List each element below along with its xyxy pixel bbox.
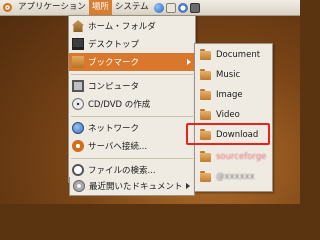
- menu-separator: [71, 158, 193, 159]
- menu-item-home-folder[interactable]: ホーム・フォルダ: [69, 17, 195, 35]
- menu-separator: [71, 74, 193, 75]
- folder-icon: [200, 48, 211, 60]
- menu-item-connect-to-server[interactable]: サーバへ接続...: [69, 137, 195, 155]
- bookmark-item-music[interactable]: Music: [195, 66, 272, 84]
- screenshot-icon[interactable]: [189, 2, 200, 13]
- menu-item-label: CD/DVD の作成: [88, 100, 151, 110]
- mail-icon[interactable]: [165, 2, 176, 13]
- submenu-arrow-icon: [186, 183, 190, 189]
- bookmark-item-video[interactable]: Video: [195, 106, 272, 124]
- menu-item-label: ホーム・フォルダ: [88, 22, 156, 32]
- server-icon: [72, 140, 84, 152]
- menu-item-label: コンピュータ: [88, 82, 140, 92]
- home-folder-icon: [72, 20, 84, 32]
- bookmark-label: Image: [216, 90, 243, 100]
- folder-icon: [200, 150, 211, 162]
- computer-icon: [72, 80, 84, 92]
- menu-places[interactable]: 場所: [88, 0, 112, 15]
- menu-applications[interactable]: アプリケーション: [15, 0, 89, 15]
- folder-icon: [200, 88, 211, 100]
- menu-item-recent-documents[interactable]: 最近開いたドキュメント: [69, 177, 195, 196]
- menu-item-desktop[interactable]: デスクトップ: [69, 35, 195, 53]
- menu-item-network[interactable]: ネットワーク: [69, 119, 195, 137]
- bookmark-item-sourceforge[interactable]: sourceforge: [195, 148, 272, 166]
- menu-item-label: サーバへ接続...: [88, 142, 148, 152]
- bookmark-label: Document: [216, 50, 261, 60]
- menu-item-label: 最近開いたドキュメント: [89, 182, 183, 192]
- menu-separator: [71, 116, 193, 117]
- menu-item-label: ネットワーク: [88, 124, 140, 134]
- desktop-icon: [72, 38, 84, 50]
- folder-icon: [200, 68, 211, 80]
- help-icon[interactable]: [177, 2, 188, 13]
- places-menu: ホーム・フォルダ デスクトップ ブックマーク コンピュータ CD/DVD の作成…: [68, 15, 196, 183]
- bookmark-item-obscured[interactable]: @xxxxxx: [195, 168, 272, 186]
- folder-icon: [200, 170, 211, 182]
- menu-item-bookmarks[interactable]: ブックマーク: [69, 53, 195, 71]
- firefox-icon[interactable]: [153, 2, 164, 13]
- menu-item-label: デスクトップ: [88, 40, 140, 50]
- menu-item-computer[interactable]: コンピュータ: [69, 77, 195, 95]
- bookmark-submenu: Document Music Image Video Download sour…: [194, 43, 273, 192]
- bookmark-label: sourceforge: [216, 152, 267, 162]
- bookmark-label: Video: [216, 110, 240, 120]
- menu-system[interactable]: システム: [112, 0, 152, 15]
- search-icon: [72, 164, 84, 176]
- submenu-arrow-icon: [187, 59, 191, 65]
- bookmark-item-image[interactable]: Image: [195, 86, 272, 104]
- recent-icon: [73, 180, 85, 192]
- menu-item-label: ファイルの検索...: [88, 166, 156, 176]
- network-icon: [72, 122, 84, 134]
- ubuntu-logo-icon[interactable]: [3, 3, 12, 12]
- bookmark-item-document[interactable]: Document: [195, 46, 272, 64]
- bookmark-folder-icon: [72, 56, 84, 68]
- menu-item-cd-dvd-creator[interactable]: CD/DVD の作成: [69, 95, 195, 113]
- folder-icon: [200, 108, 211, 120]
- bookmark-label: Music: [216, 70, 241, 80]
- menu-item-label: ブックマーク: [88, 58, 140, 68]
- cd-icon: [72, 98, 84, 110]
- bookmark-label: @xxxxxx: [216, 172, 255, 182]
- callout-highlight-box: [186, 123, 270, 145]
- top-panel: アプリケーション 場所 システム: [0, 0, 300, 16]
